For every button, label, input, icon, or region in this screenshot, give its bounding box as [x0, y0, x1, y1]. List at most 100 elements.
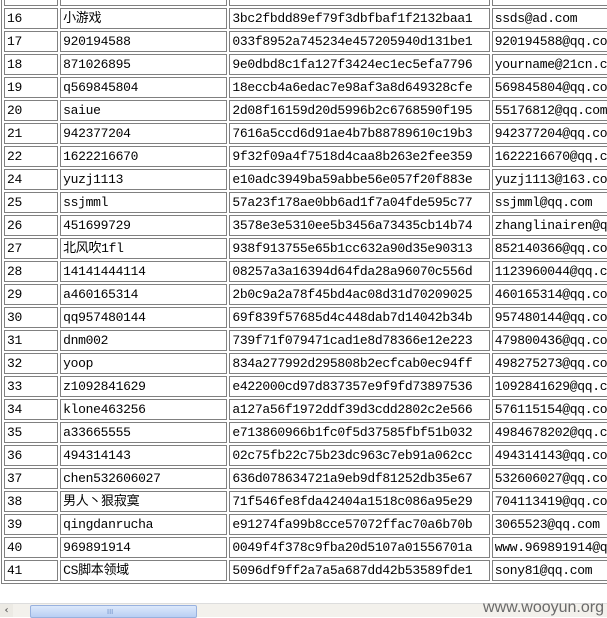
email-cell: zhanglinairen@qq.com	[491, 215, 607, 236]
scroll-left-arrow-icon[interactable]: ‹	[0, 604, 13, 617]
table-row: 19 q569845804 18eccb4a6edac7e98af3a8d64932…	[4, 77, 607, 98]
scrollbar-thumb[interactable]: III	[30, 605, 197, 618]
table-row: 25 ssjmml 57a23f178ae0bb6ad1f7a04fde595c77…	[4, 192, 607, 213]
password-hash-cell: 57a23f178ae0bb6ad1f7a04fde595c77	[229, 192, 490, 213]
email-cell: 920194588@qq.com	[491, 31, 607, 52]
email-cell	[491, 0, 607, 6]
username-cell: 男人丶狠寂寞	[60, 491, 228, 512]
username-cell	[60, 0, 228, 6]
email-cell: 479800436@qq.com	[491, 330, 607, 351]
email-cell: 4984678202@qq.com	[491, 422, 607, 443]
username-cell: a33665555	[60, 422, 228, 443]
email-cell: sony81@qq.com	[491, 560, 607, 581]
password-hash-cell: 834a277992d295808b2ecfcab0ec94ff	[229, 353, 490, 374]
user-data-table: 15 16小游戏3bc2fbdd89ef79f3dbfbaf1f2132baa1s…	[1, 0, 607, 584]
email-cell: 957480144@qq.com	[491, 307, 607, 328]
table-row: 20 saiue 2d08f16159d20d5996b2c6768590f195 5…	[4, 100, 607, 121]
username-cell: yuzj1113	[60, 169, 228, 190]
table-row: 24 yuzj1113 e10adc3949ba59abbe56e057f20f88…	[4, 169, 607, 190]
password-hash-cell: 18eccb4a6edac7e98af3a8d649328cfe	[229, 77, 490, 98]
table-row: 21 942377204 7616a5ccd6d91ae4b7b88789610c1…	[4, 123, 607, 144]
username-cell: dnm002	[60, 330, 228, 351]
username-cell: 969891914	[60, 537, 228, 558]
password-hash-cell: 3578e3e5310ee5b3456a73435cb14b74	[229, 215, 490, 236]
password-hash-cell: a127a56f1972ddf39d3cdd2802c2e566	[229, 399, 490, 420]
password-hash-cell: 9f32f09a4f7518d4caa8b263e2fee359	[229, 146, 490, 167]
username-cell: qq957480144	[60, 307, 228, 328]
row-id-cell: 41	[4, 560, 59, 581]
table-row: 35 a33665555 e713860966b1fc0f5d37585fbf51b…	[4, 422, 607, 443]
row-id-cell: 28	[4, 261, 59, 282]
password-hash-cell: 69f839f57685d4c448dab7d14042b34b	[229, 307, 490, 328]
table-row: 16 小游戏 3bc2fbdd89ef79f3dbfbaf1f2132baa1 ssd…	[4, 8, 607, 29]
table-row: 17 920194588 033f8952a745234e457205940d131…	[4, 31, 607, 52]
email-cell: 460165314@qq.com	[491, 284, 607, 305]
row-id-cell: 29	[4, 284, 59, 305]
password-hash-cell: 02c75fb22c75b23dc963c7eb91a062cc	[229, 445, 490, 466]
username-cell: z1092841629	[60, 376, 228, 397]
password-hash-cell: 2d08f16159d20d5996b2c6768590f195	[229, 100, 490, 121]
password-hash-cell: 938f913755e65b1cc632a90d35e90313	[229, 238, 490, 259]
username-cell: 1622216670	[60, 146, 228, 167]
password-hash-cell: 2b0c9a2a78f45bd4ac08d31d70209025	[229, 284, 490, 305]
email-cell: 852140366@qq.com	[491, 238, 607, 259]
username-cell: 小游戏	[60, 8, 228, 29]
table-row: 31 dnm002 739f71f079471cad1e8d78366e12e223…	[4, 330, 607, 351]
username-cell: 920194588	[60, 31, 228, 52]
password-hash-cell: 08257a3a16394d64fda28a96070c556d	[229, 261, 490, 282]
row-id-cell: 37	[4, 468, 59, 489]
row-id-cell: 33	[4, 376, 59, 397]
username-cell: 451699729	[60, 215, 228, 236]
password-hash-cell: 71f546fe8fda42404a1518c086a95e29	[229, 491, 490, 512]
username-cell: 494314143	[60, 445, 228, 466]
username-cell: a460165314	[60, 284, 228, 305]
password-hash-cell: 636d078634721a9eb9df81252db35e67	[229, 468, 490, 489]
row-id-cell: 25	[4, 192, 59, 213]
table-row: 26 451699729 3578e3e5310ee5b3456a73435cb14…	[4, 215, 607, 236]
table-row: 34 klone463256 a127a56f1972ddf39d3cdd2802c…	[4, 399, 607, 420]
password-hash-cell: 5096df9ff2a7a5a687dd42b53589fde1	[229, 560, 490, 581]
email-cell: 55176812@qq.com	[491, 100, 607, 121]
row-id-cell: 18	[4, 54, 59, 75]
watermark: www.wooyun.org	[483, 599, 604, 616]
password-hash-cell	[229, 0, 490, 6]
row-id-cell: 17	[4, 31, 59, 52]
email-cell: 1092841629@qq.com	[491, 376, 607, 397]
row-id-cell: 31	[4, 330, 59, 351]
username-cell: qingdanrucha	[60, 514, 228, 535]
table-row: 33 z1092841629 e422000cd97d837357e9f9fd738…	[4, 376, 607, 397]
row-id-cell: 19	[4, 77, 59, 98]
username-cell: 942377204	[60, 123, 228, 144]
table-row: 22 1622216670 9f32f09a4f7518d4caa8b263e2fe…	[4, 146, 607, 167]
email-cell: 704113419@qq.com	[491, 491, 607, 512]
table-viewport: 15 16小游戏3bc2fbdd89ef79f3dbfbaf1f2132baa1s…	[0, 0, 607, 604]
email-cell: 498275273@qq.com	[491, 353, 607, 374]
password-hash-cell: 9e0dbd8c1fa127f3424ec1ec5efa7796	[229, 54, 490, 75]
table-row: 39 qingdanrucha e91274fa99b8cce57072ffac70…	[4, 514, 607, 535]
table-row: 18 871026895 9e0dbd8c1fa127f3424ec1ec5efa7…	[4, 54, 607, 75]
password-hash-cell: 0049f4f378c9fba20d5107a01556701a	[229, 537, 490, 558]
password-hash-cell: e91274fa99b8cce57072ffac70a6b70b	[229, 514, 490, 535]
email-cell: 942377204@qq.com	[491, 123, 607, 144]
email-cell: ssjmml@qq.com	[491, 192, 607, 213]
username-cell: 北风吹1fl	[60, 238, 228, 259]
email-cell: yourname@21cn.com	[491, 54, 607, 75]
table-row: 30 qq957480144 69f839f57685d4c448dab7d1404…	[4, 307, 607, 328]
row-id-cell: 21	[4, 123, 59, 144]
username-cell: 14141444114	[60, 261, 228, 282]
row-id-cell: 27	[4, 238, 59, 259]
row-id-cell: 26	[4, 215, 59, 236]
table-row: 37 chen532606027 636d078634721a9eb9df81252…	[4, 468, 607, 489]
row-id-cell: 40	[4, 537, 59, 558]
username-cell: chen532606027	[60, 468, 228, 489]
email-cell: ssds@ad.com	[491, 8, 607, 29]
row-id-cell: 30	[4, 307, 59, 328]
table-row: 28 14141444114 08257a3a16394d64fda28a96070…	[4, 261, 607, 282]
password-hash-cell: e713860966b1fc0f5d37585fbf51b032	[229, 422, 490, 443]
password-hash-cell: e10adc3949ba59abbe56e057f20f883e	[229, 169, 490, 190]
row-id-cell: 15	[4, 0, 59, 6]
email-cell: 494314143@qq.com	[491, 445, 607, 466]
username-cell: ssjmml	[60, 192, 228, 213]
password-hash-cell: 7616a5ccd6d91ae4b7b88789610c19b3	[229, 123, 490, 144]
email-cell: yuzj1113@163.com	[491, 169, 607, 190]
